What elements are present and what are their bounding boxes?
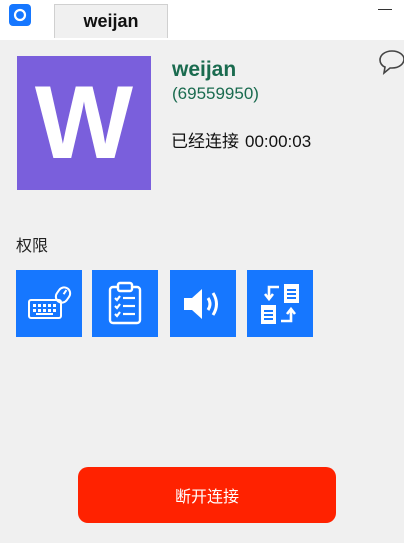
file-transfer-icon xyxy=(261,283,299,324)
keyboard-mouse-icon xyxy=(28,285,72,319)
connection-status-text: 已经连接 xyxy=(171,132,239,151)
permission-audio-button[interactable] xyxy=(170,270,236,337)
permission-keyboard-mouse-button[interactable] xyxy=(16,270,82,337)
avatar-letter: W xyxy=(34,65,134,181)
window-controls xyxy=(360,0,404,40)
session-tab[interactable]: weijan xyxy=(54,4,168,38)
clipboard-icon xyxy=(108,281,142,324)
peer-name: weijan xyxy=(172,58,237,81)
disconnect-button[interactable]: 断开连接 xyxy=(78,467,336,523)
app-logo-icon xyxy=(9,4,31,26)
audio-icon xyxy=(184,288,218,319)
permissions-label: 权限 xyxy=(16,238,49,255)
minimize-icon[interactable] xyxy=(378,9,392,10)
connection-status: 已经连接 00:00:03 xyxy=(171,127,311,152)
connection-duration: 00:00:03 xyxy=(245,132,312,151)
session-tab-label: weijan xyxy=(83,11,139,31)
permission-clipboard-button[interactable] xyxy=(92,270,158,337)
avatar: W xyxy=(17,56,151,190)
permission-file-transfer-button[interactable] xyxy=(247,270,313,337)
chat-icon[interactable] xyxy=(378,47,404,77)
peer-id: (69559950) xyxy=(172,84,259,103)
